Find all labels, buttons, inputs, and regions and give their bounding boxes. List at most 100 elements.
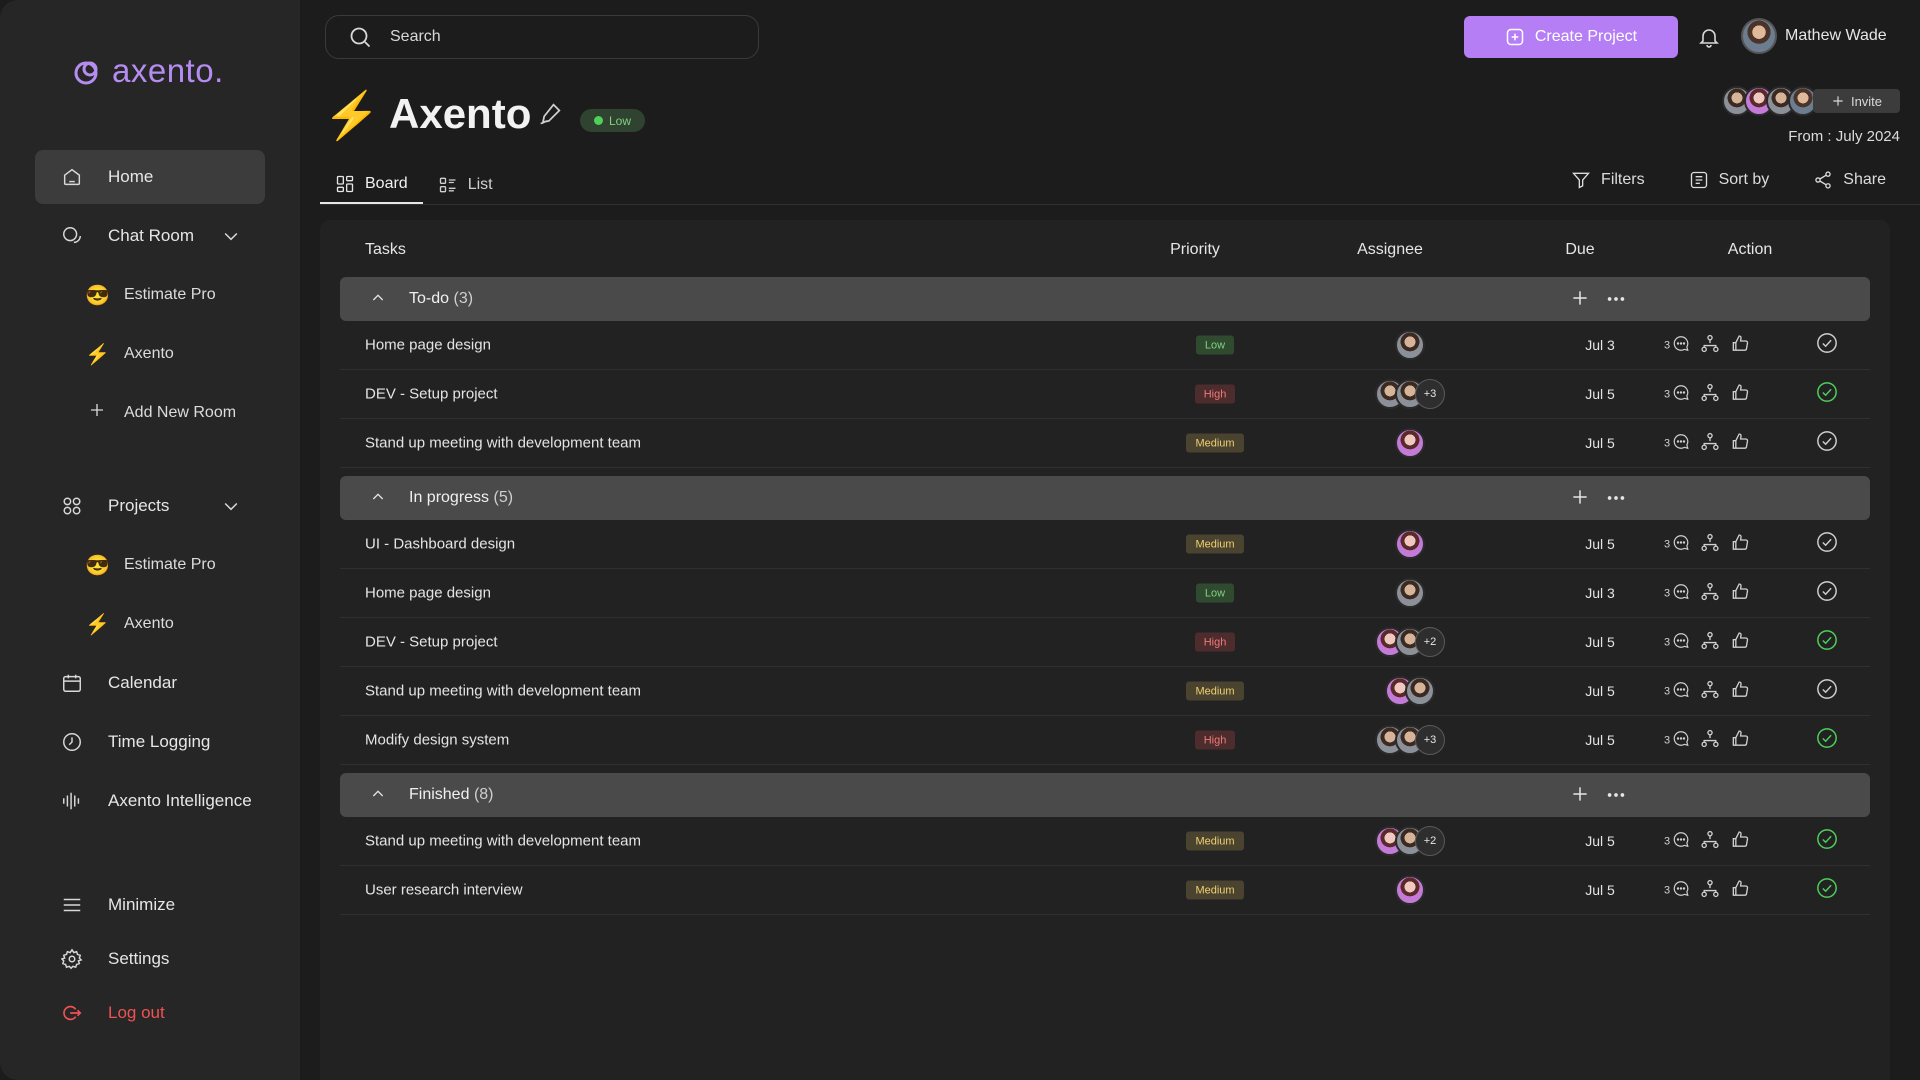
- task-name[interactable]: Stand up meeting with development team: [365, 435, 641, 452]
- check-circle-done-icon[interactable]: [1816, 877, 1838, 903]
- thumbs-up-icon[interactable]: [1730, 334, 1750, 357]
- check-circle-icon[interactable]: [1816, 531, 1838, 557]
- search-bar[interactable]: [325, 15, 759, 59]
- add-task-icon[interactable]: [1570, 487, 1590, 512]
- check-circle-done-icon[interactable]: [1816, 381, 1838, 407]
- chevron-up-icon[interactable]: [370, 786, 386, 807]
- priority-badge[interactable]: Medium: [1186, 681, 1244, 701]
- comment-icon[interactable]: [1672, 384, 1690, 405]
- add-task-icon[interactable]: [1570, 784, 1590, 809]
- thumbs-up-icon[interactable]: [1730, 680, 1750, 703]
- tab-board[interactable]: Board: [320, 165, 423, 205]
- assignee-cell[interactable]: [1350, 578, 1470, 608]
- sort-button[interactable]: Sort by: [1689, 170, 1769, 190]
- hierarchy-icon[interactable]: [1700, 582, 1720, 605]
- comment-icon[interactable]: [1672, 583, 1690, 604]
- hierarchy-icon[interactable]: [1700, 383, 1720, 406]
- thumbs-up-icon[interactable]: [1730, 631, 1750, 654]
- table-row[interactable]: Home page design Low Jul 3 3: [340, 321, 1870, 370]
- chevron-up-icon[interactable]: [370, 290, 386, 311]
- table-row[interactable]: Home page design Low Jul 3 3: [340, 569, 1870, 618]
- assignee-cell[interactable]: [1350, 875, 1470, 905]
- more-options-icon[interactable]: [1605, 288, 1627, 315]
- add-new-room-button[interactable]: Add New Room: [35, 386, 265, 440]
- comment-icon[interactable]: [1672, 730, 1690, 751]
- priority-badge[interactable]: Medium: [1186, 433, 1244, 453]
- task-name[interactable]: DEV - Setup project: [365, 386, 498, 403]
- user-menu[interactable]: Mathew Wade: [1741, 18, 1887, 54]
- logout-button[interactable]: Log out: [35, 988, 265, 1038]
- task-name[interactable]: Stand up meeting with development team: [365, 683, 641, 700]
- comment-icon[interactable]: [1672, 433, 1690, 454]
- table-row[interactable]: DEV - Setup project High +3 Jul 5 3: [340, 370, 1870, 419]
- sidebar-item-home[interactable]: Home: [35, 150, 265, 204]
- project-estimate-pro[interactable]: 😎 Estimate Pro: [35, 538, 265, 592]
- table-row[interactable]: DEV - Setup project High +2 Jul 5 3: [340, 618, 1870, 667]
- priority-badge[interactable]: Medium: [1186, 534, 1244, 554]
- check-circle-icon[interactable]: [1816, 580, 1838, 606]
- table-row[interactable]: Stand up meeting with development team Me…: [340, 817, 1870, 866]
- search-input[interactable]: [390, 28, 730, 46]
- table-row[interactable]: Stand up meeting with development team Me…: [340, 667, 1870, 716]
- hierarchy-icon[interactable]: [1700, 879, 1720, 902]
- create-project-button[interactable]: Create Project: [1464, 16, 1678, 58]
- more-options-icon[interactable]: [1605, 784, 1627, 811]
- hierarchy-icon[interactable]: [1700, 680, 1720, 703]
- filters-button[interactable]: Filters: [1571, 170, 1645, 190]
- priority-badge[interactable]: Medium: [1186, 880, 1244, 900]
- chevron-down-icon[interactable]: [221, 496, 241, 516]
- check-circle-done-icon[interactable]: [1816, 727, 1838, 753]
- comment-icon[interactable]: [1672, 831, 1690, 852]
- priority-badge[interactable]: Low: [1195, 335, 1235, 355]
- chevron-down-icon[interactable]: [221, 226, 241, 246]
- assignee-cell[interactable]: [1350, 428, 1470, 458]
- bell-icon[interactable]: [1697, 25, 1721, 49]
- comment-icon[interactable]: [1672, 632, 1690, 653]
- check-circle-icon[interactable]: [1816, 678, 1838, 704]
- chat-room-axento[interactable]: ⚡ Axento: [35, 327, 265, 381]
- hierarchy-icon[interactable]: [1700, 631, 1720, 654]
- thumbs-up-icon[interactable]: [1730, 729, 1750, 752]
- task-name[interactable]: Stand up meeting with development team: [365, 833, 641, 850]
- thumbs-up-icon[interactable]: [1730, 432, 1750, 455]
- thumbs-up-icon[interactable]: [1730, 879, 1750, 902]
- comment-icon[interactable]: [1672, 534, 1690, 555]
- status-badge[interactable]: Low: [580, 109, 646, 132]
- logo[interactable]: axento.: [72, 52, 224, 90]
- thumbs-up-icon[interactable]: [1730, 383, 1750, 406]
- table-row[interactable]: Modify design system High +3 Jul 5 3: [340, 716, 1870, 765]
- comment-icon[interactable]: [1672, 335, 1690, 356]
- task-name[interactable]: Home page design: [365, 585, 491, 602]
- priority-badge[interactable]: High: [1194, 384, 1236, 404]
- project-axento[interactable]: ⚡ Axento: [35, 597, 265, 651]
- task-name[interactable]: Home page design: [365, 337, 491, 354]
- chat-room-estimate-pro[interactable]: 😎 Estimate Pro: [35, 268, 265, 322]
- priority-badge[interactable]: Medium: [1186, 831, 1244, 851]
- hierarchy-icon[interactable]: [1700, 830, 1720, 853]
- task-name[interactable]: UI - Dashboard design: [365, 536, 515, 553]
- priority-badge[interactable]: High: [1194, 730, 1236, 750]
- header-priority[interactable]: Priority: [1150, 241, 1240, 259]
- priority-badge[interactable]: High: [1194, 632, 1236, 652]
- assignee-cell[interactable]: +3: [1350, 725, 1470, 755]
- sidebar-item-projects[interactable]: Projects: [35, 479, 265, 533]
- sidebar-item-time-logging[interactable]: Time Logging: [35, 715, 265, 769]
- task-name[interactable]: User research interview: [365, 882, 523, 899]
- check-circle-icon[interactable]: [1816, 430, 1838, 456]
- minimize-button[interactable]: Minimize: [35, 880, 265, 930]
- table-row[interactable]: Stand up meeting with development team Me…: [340, 419, 1870, 468]
- thumbs-up-icon[interactable]: [1730, 533, 1750, 556]
- assignee-cell[interactable]: [1350, 676, 1470, 706]
- more-options-icon[interactable]: [1605, 487, 1627, 514]
- check-circle-done-icon[interactable]: [1816, 629, 1838, 655]
- priority-badge[interactable]: Low: [1195, 583, 1235, 603]
- assignee-cell[interactable]: +2: [1350, 826, 1470, 856]
- sidebar-item-chat-room[interactable]: Chat Room: [35, 209, 265, 263]
- invite-button[interactable]: Invite: [1813, 89, 1900, 113]
- header-assignee[interactable]: Assignee: [1330, 241, 1450, 259]
- add-task-icon[interactable]: [1570, 288, 1590, 313]
- assignee-cell[interactable]: [1350, 330, 1470, 360]
- project-members[interactable]: [1722, 86, 1818, 116]
- table-row[interactable]: User research interview Medium Jul 5 3: [340, 866, 1870, 915]
- task-name[interactable]: Modify design system: [365, 732, 509, 749]
